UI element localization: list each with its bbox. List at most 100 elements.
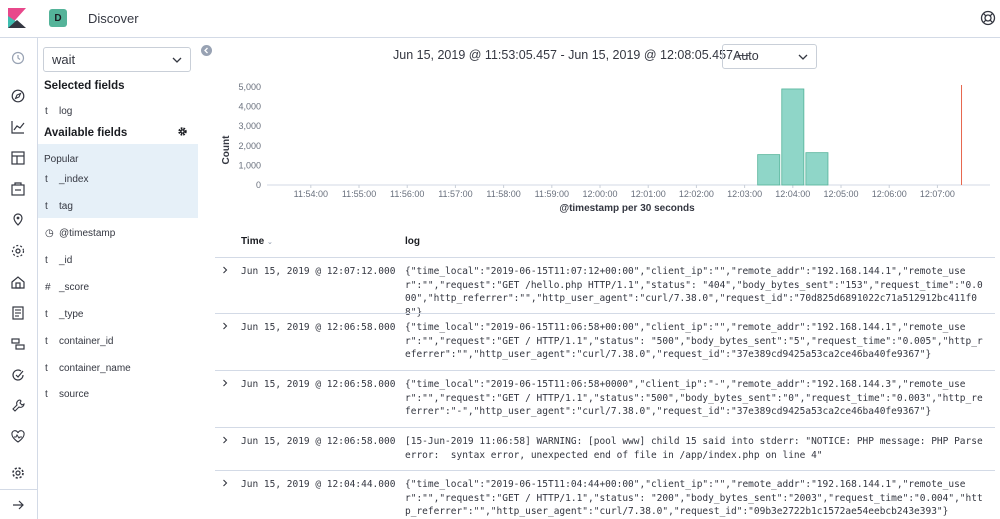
left-nav — [0, 38, 38, 519]
table-row[interactable]: Jun 15, 2019 @ 12:06:58.000 {"time_local"… — [215, 370, 995, 427]
index-pattern-select[interactable]: wait — [43, 47, 191, 72]
time-range-label: Jun 15, 2019 @ 11:53:05.457 - Jun 15, 20… — [393, 48, 749, 62]
expand-row-arrow-icon[interactable] — [221, 379, 229, 387]
field-name: @timestamp — [59, 227, 116, 239]
expand-row-arrow-icon[interactable] — [221, 436, 229, 444]
field-tag[interactable]: t tag — [38, 193, 198, 219]
chevron-down-icon — [172, 57, 182, 63]
field-id[interactable]: t _id — [38, 247, 198, 273]
y-tick-label: 5,000 — [238, 82, 261, 92]
chart-xlabel: @timestamp per 30 seconds — [559, 203, 695, 214]
time-column-header[interactable]: Time ⌄ — [241, 236, 273, 247]
dashboard-icon[interactable] — [10, 150, 26, 166]
row-log-message: {"time_local":"2019-06-15T11:07:12+00:00… — [405, 266, 983, 318]
x-tick-label: 12:04:00 — [775, 189, 810, 199]
field-name: container_id — [59, 335, 114, 347]
table-row[interactable]: Jun 15, 2019 @ 12:07:12.000 {"time_local"… — [215, 257, 995, 318]
field-name: source — [59, 388, 90, 400]
interval-select[interactable]: Auto — [722, 44, 817, 69]
field-type-string-icon: t — [45, 254, 48, 266]
field-type-string-icon: t — [45, 200, 48, 212]
popular-label: Popular — [44, 154, 79, 165]
index-pattern-value: wait — [52, 52, 76, 67]
expand-nav-arrow-icon[interactable] — [10, 497, 26, 513]
log-column-header[interactable]: log — [405, 236, 420, 247]
management-gear-icon[interactable] — [10, 465, 26, 481]
visualize-chart-icon[interactable] — [10, 119, 26, 135]
help-icon[interactable] — [980, 10, 996, 26]
top-bar: D Discover — [0, 0, 1000, 38]
field-index[interactable]: t _index — [38, 166, 198, 192]
field-name: _score — [59, 281, 90, 293]
y-tick-label: 4,000 — [238, 102, 261, 112]
field-name: _type — [59, 308, 84, 320]
table-row[interactable]: Jun 15, 2019 @ 12:06:58.000 {"time_local"… — [215, 313, 995, 370]
field-timestamp[interactable]: ◷ @timestamp — [38, 220, 198, 246]
x-tick-label: 12:03:00 — [727, 189, 762, 199]
expand-row-arrow-icon[interactable] — [221, 266, 229, 274]
canvas-icon[interactable] — [10, 181, 26, 197]
sort-arrow-icon[interactable]: ⌄ — [267, 239, 273, 246]
row-log-message: {"time_local":"2019-06-15T11:06:58+00:00… — [405, 322, 983, 360]
field-name: log — [59, 105, 73, 117]
infrastructure-icon[interactable] — [10, 274, 26, 290]
machine-learning-icon[interactable] — [10, 243, 26, 259]
interval-value: Auto — [733, 49, 759, 63]
collapse-sidebar-icon[interactable] — [201, 45, 212, 56]
discover-compass-icon[interactable] — [10, 88, 26, 104]
y-tick-label: 0 — [256, 180, 261, 190]
field-container-name[interactable]: t container_name — [38, 355, 198, 381]
space-badge[interactable]: D — [49, 9, 67, 27]
x-tick-label: 12:06:00 — [872, 189, 907, 199]
logs-icon[interactable] — [10, 305, 26, 321]
y-tick-label: 2,000 — [238, 141, 261, 151]
x-tick-label: 12:01:00 — [631, 189, 666, 199]
histogram-chart[interactable]: 0 1,000 2,000 3,000 4,000 5,000 11:54:00 11:55… — [215, 78, 995, 218]
field-container-id[interactable]: t container_id — [38, 328, 198, 354]
row-timestamp: Jun 15, 2019 @ 12:06:58.000 — [241, 379, 396, 390]
row-log-message: {"time_local":"2019-06-15T11:04:44+00:00… — [405, 479, 983, 517]
histogram-bar[interactable] — [757, 154, 781, 186]
expand-row-arrow-icon[interactable] — [221, 322, 229, 330]
row-log-message: {"time_local":"2019-06-15T11:06:58+0000"… — [405, 379, 983, 417]
selected-field-log[interactable]: t log — [38, 98, 198, 124]
field-type-string-icon: t — [45, 173, 48, 185]
table-row[interactable]: Jun 15, 2019 @ 12:06:58.000 [15-Jun-2019 … — [215, 427, 995, 470]
field-type-date-clock-icon: ◷ — [45, 227, 54, 239]
histogram-bar[interactable] — [781, 88, 805, 186]
row-log-message: [15-Jun-2019 11:06:58] WARNING: [pool ww… — [405, 436, 989, 461]
field-settings-gear-icon[interactable] — [178, 127, 187, 136]
dev-tools-wrench-icon[interactable] — [10, 398, 26, 414]
x-tick-label: 12:00:00 — [582, 189, 617, 199]
kibana-logo-icon[interactable] — [8, 8, 26, 28]
expand-row-arrow-icon[interactable] — [221, 479, 229, 487]
field-sidebar: wait Selected fields t log Available fie… — [38, 38, 198, 408]
x-tick-label: 11:56:00 — [390, 189, 424, 199]
table-row[interactable]: Jun 15, 2019 @ 12:04:44.000 {"time_local"… — [215, 470, 995, 519]
field-name: tag — [59, 200, 73, 212]
field-source[interactable]: t source — [38, 381, 198, 407]
row-timestamp: Jun 15, 2019 @ 12:04:44.000 — [241, 479, 396, 490]
histogram-bar[interactable] — [805, 152, 829, 186]
field-type-string-icon: t — [45, 362, 48, 374]
field-type[interactable]: t _type — [38, 301, 198, 327]
app-title: Discover — [88, 11, 139, 26]
x-tick-label: 12:07:00 — [920, 189, 955, 199]
apm-icon[interactable] — [10, 336, 26, 352]
field-score[interactable]: # _score — [38, 274, 198, 300]
field-type-number-icon: # — [45, 281, 51, 293]
row-timestamp: Jun 15, 2019 @ 12:06:58.000 — [241, 322, 396, 333]
selected-fields-heading: Selected fields — [44, 80, 125, 92]
uptime-icon[interactable] — [10, 367, 26, 383]
y-tick-label: 3,000 — [238, 121, 261, 131]
field-type-string-icon: t — [45, 335, 48, 347]
x-tick-label: 11:55:00 — [342, 189, 376, 199]
recent-clock-icon[interactable] — [10, 50, 26, 66]
x-tick-label: 11:54:00 — [294, 189, 328, 199]
chart-ylabel: Count — [221, 135, 232, 165]
field-name: _index — [59, 173, 89, 185]
maps-icon[interactable] — [10, 212, 26, 228]
x-tick-label: 11:59:00 — [535, 189, 569, 199]
field-name: _id — [59, 254, 73, 266]
monitoring-heartbeat-icon[interactable] — [10, 429, 26, 445]
